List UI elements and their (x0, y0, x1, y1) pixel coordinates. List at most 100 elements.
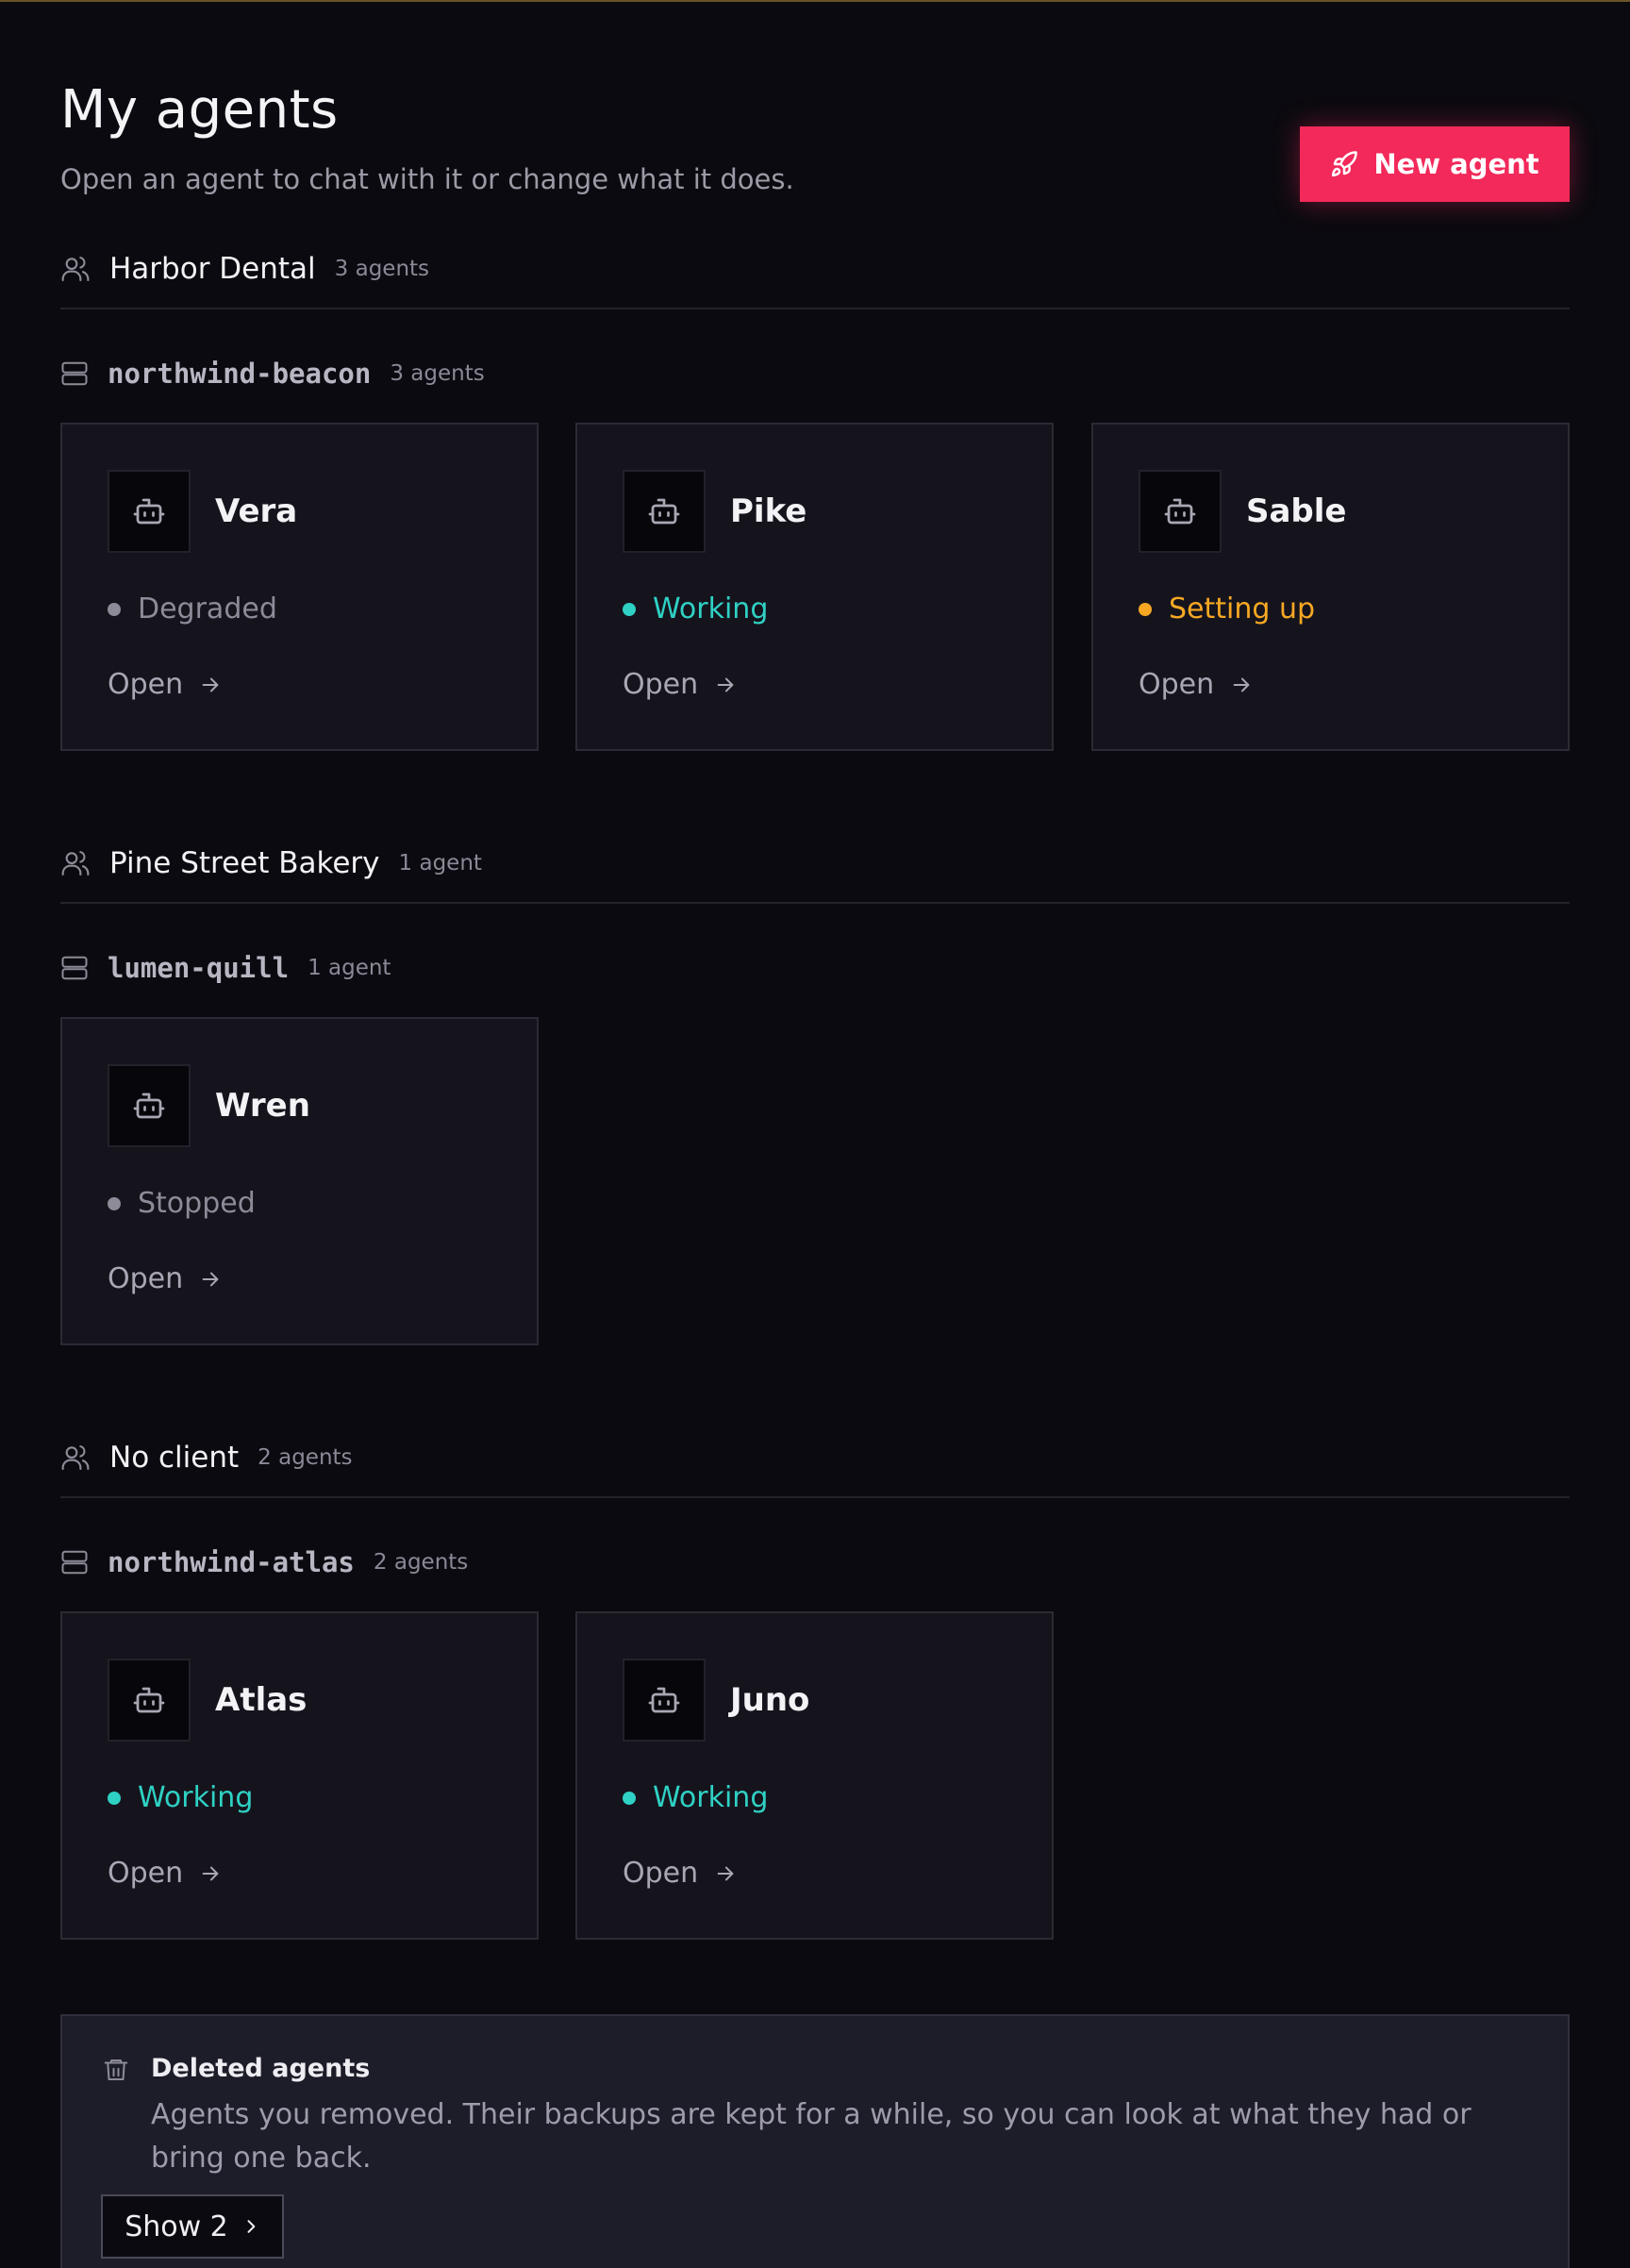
client-name: No client (109, 1441, 240, 1475)
agent-name: Vera (215, 492, 298, 530)
users-icon (61, 1445, 90, 1471)
agent-avatar (623, 470, 706, 553)
rocket-icon (1332, 151, 1358, 177)
arrow-right-icon (202, 1866, 219, 1880)
bot-icon (648, 1687, 680, 1713)
open-agent-link[interactable]: Open (108, 668, 221, 701)
open-label: Open (623, 668, 699, 701)
status-dot (623, 602, 636, 616)
agent-status: Stopped (108, 1187, 256, 1220)
status-label: Working (653, 592, 769, 625)
top-accent-line (0, 0, 1630, 2)
client-group-header: Pine Street Bakery 1 agent (60, 842, 482, 884)
status-dot (108, 602, 121, 616)
agent-card[interactable]: Sable Setting up Open (1091, 423, 1570, 751)
status-label: Stopped (138, 1187, 256, 1220)
agent-status: Working (108, 1781, 253, 1814)
open-label: Open (108, 1857, 184, 1890)
status-label: Working (653, 1781, 769, 1814)
deleted-agents-panel: Deleted agents Agents you removed. Their… (60, 2014, 1570, 2268)
client-name: Harbor Dental (109, 252, 316, 286)
new-agent-button[interactable]: New agent (1300, 126, 1570, 202)
agent-avatar (108, 470, 191, 553)
agent-avatar (108, 1064, 191, 1147)
status-dot (623, 1791, 636, 1805)
bot-icon (133, 1092, 165, 1119)
server-agent-count: 1 agent (308, 956, 391, 980)
agent-avatar (623, 1659, 706, 1742)
open-agent-link[interactable]: Open (108, 1857, 221, 1890)
agent-name: Atlas (215, 1681, 308, 1719)
open-label: Open (108, 1262, 184, 1295)
trash-icon (104, 2060, 128, 2080)
agent-name: Juno (730, 1681, 810, 1719)
status-label: Degraded (138, 592, 277, 625)
group-divider (60, 308, 1570, 309)
client-name: Pine Street Bakery (109, 846, 380, 880)
agent-name: Sable (1246, 492, 1347, 530)
bot-icon (648, 498, 680, 525)
deleted-agents-description: Agents you removed. Their backups are ke… (151, 2098, 1472, 2175)
arrow-right-icon (202, 1272, 219, 1286)
open-label: Open (623, 1857, 699, 1890)
agent-name: Pike (730, 492, 807, 530)
client-group-header: Harbor Dental 3 agents (60, 248, 429, 290)
server-icon (61, 956, 88, 980)
show-deleted-label: Show 2 (125, 2210, 228, 2243)
open-label: Open (108, 668, 184, 701)
open-label: Open (1139, 668, 1215, 701)
status-dot (108, 1791, 121, 1805)
agent-card[interactable]: Juno Working Open (575, 1611, 1054, 1940)
client-agent-count: 1 agent (398, 851, 482, 876)
group-divider (60, 902, 1570, 904)
bot-icon (1164, 498, 1196, 525)
status-label: Setting up (1169, 592, 1316, 625)
open-agent-link[interactable]: Open (1139, 668, 1252, 701)
bot-icon (133, 498, 165, 525)
agent-card[interactable]: Wren Stopped Open (60, 1017, 539, 1345)
agent-card[interactable]: Pike Working Open (575, 423, 1054, 751)
server-name: northwind-atlas (108, 1546, 355, 1578)
open-agent-link[interactable]: Open (623, 1857, 736, 1890)
agent-card[interactable]: Vera Degraded Open (60, 423, 539, 751)
agent-status: Setting up (1139, 592, 1315, 625)
users-icon (61, 257, 90, 282)
server-name: lumen-quill (108, 952, 290, 984)
agent-avatar (108, 1659, 191, 1742)
server-agent-count: 2 agents (373, 1550, 469, 1575)
client-agent-count: 3 agents (334, 257, 430, 281)
bot-icon (133, 1687, 165, 1713)
open-agent-link[interactable]: Open (108, 1262, 221, 1295)
deleted-agents-title: Deleted agents (151, 2054, 371, 2083)
server-header: northwind-beacon 3 agents (60, 353, 485, 394)
arrow-right-icon (717, 1866, 734, 1880)
server-header: northwind-atlas 2 agents (60, 1542, 468, 1583)
new-agent-label: New agent (1373, 148, 1539, 180)
server-agent-count: 3 agents (390, 361, 485, 386)
agent-status: Working (623, 1781, 768, 1814)
client-agent-count: 2 agents (258, 1445, 353, 1470)
arrow-right-icon (202, 677, 219, 692)
server-icon (61, 361, 88, 386)
users-icon (61, 851, 90, 876)
client-group-header: No client 2 agents (60, 1437, 353, 1478)
server-name: northwind-beacon (108, 358, 372, 390)
agent-status: Degraded (108, 592, 277, 625)
agent-status: Working (623, 592, 768, 625)
arrow-right-icon (717, 677, 734, 692)
page-title: My agents (60, 79, 339, 141)
server-icon (61, 1550, 88, 1575)
status-label: Working (138, 1781, 254, 1814)
agent-name: Wren (215, 1087, 310, 1125)
agent-card[interactable]: Atlas Working Open (60, 1611, 539, 1940)
arrow-right-icon (1233, 677, 1250, 692)
open-agent-link[interactable]: Open (623, 668, 736, 701)
status-dot (1139, 602, 1152, 616)
chevron-right-icon (247, 2220, 256, 2233)
status-dot (108, 1196, 121, 1210)
page-subtitle: Open an agent to chat with it or change … (60, 163, 794, 195)
agent-avatar (1139, 470, 1222, 553)
server-header: lumen-quill 1 agent (60, 947, 391, 989)
show-deleted-button[interactable]: Show 2 (101, 2194, 284, 2259)
group-divider (60, 1496, 1570, 1498)
